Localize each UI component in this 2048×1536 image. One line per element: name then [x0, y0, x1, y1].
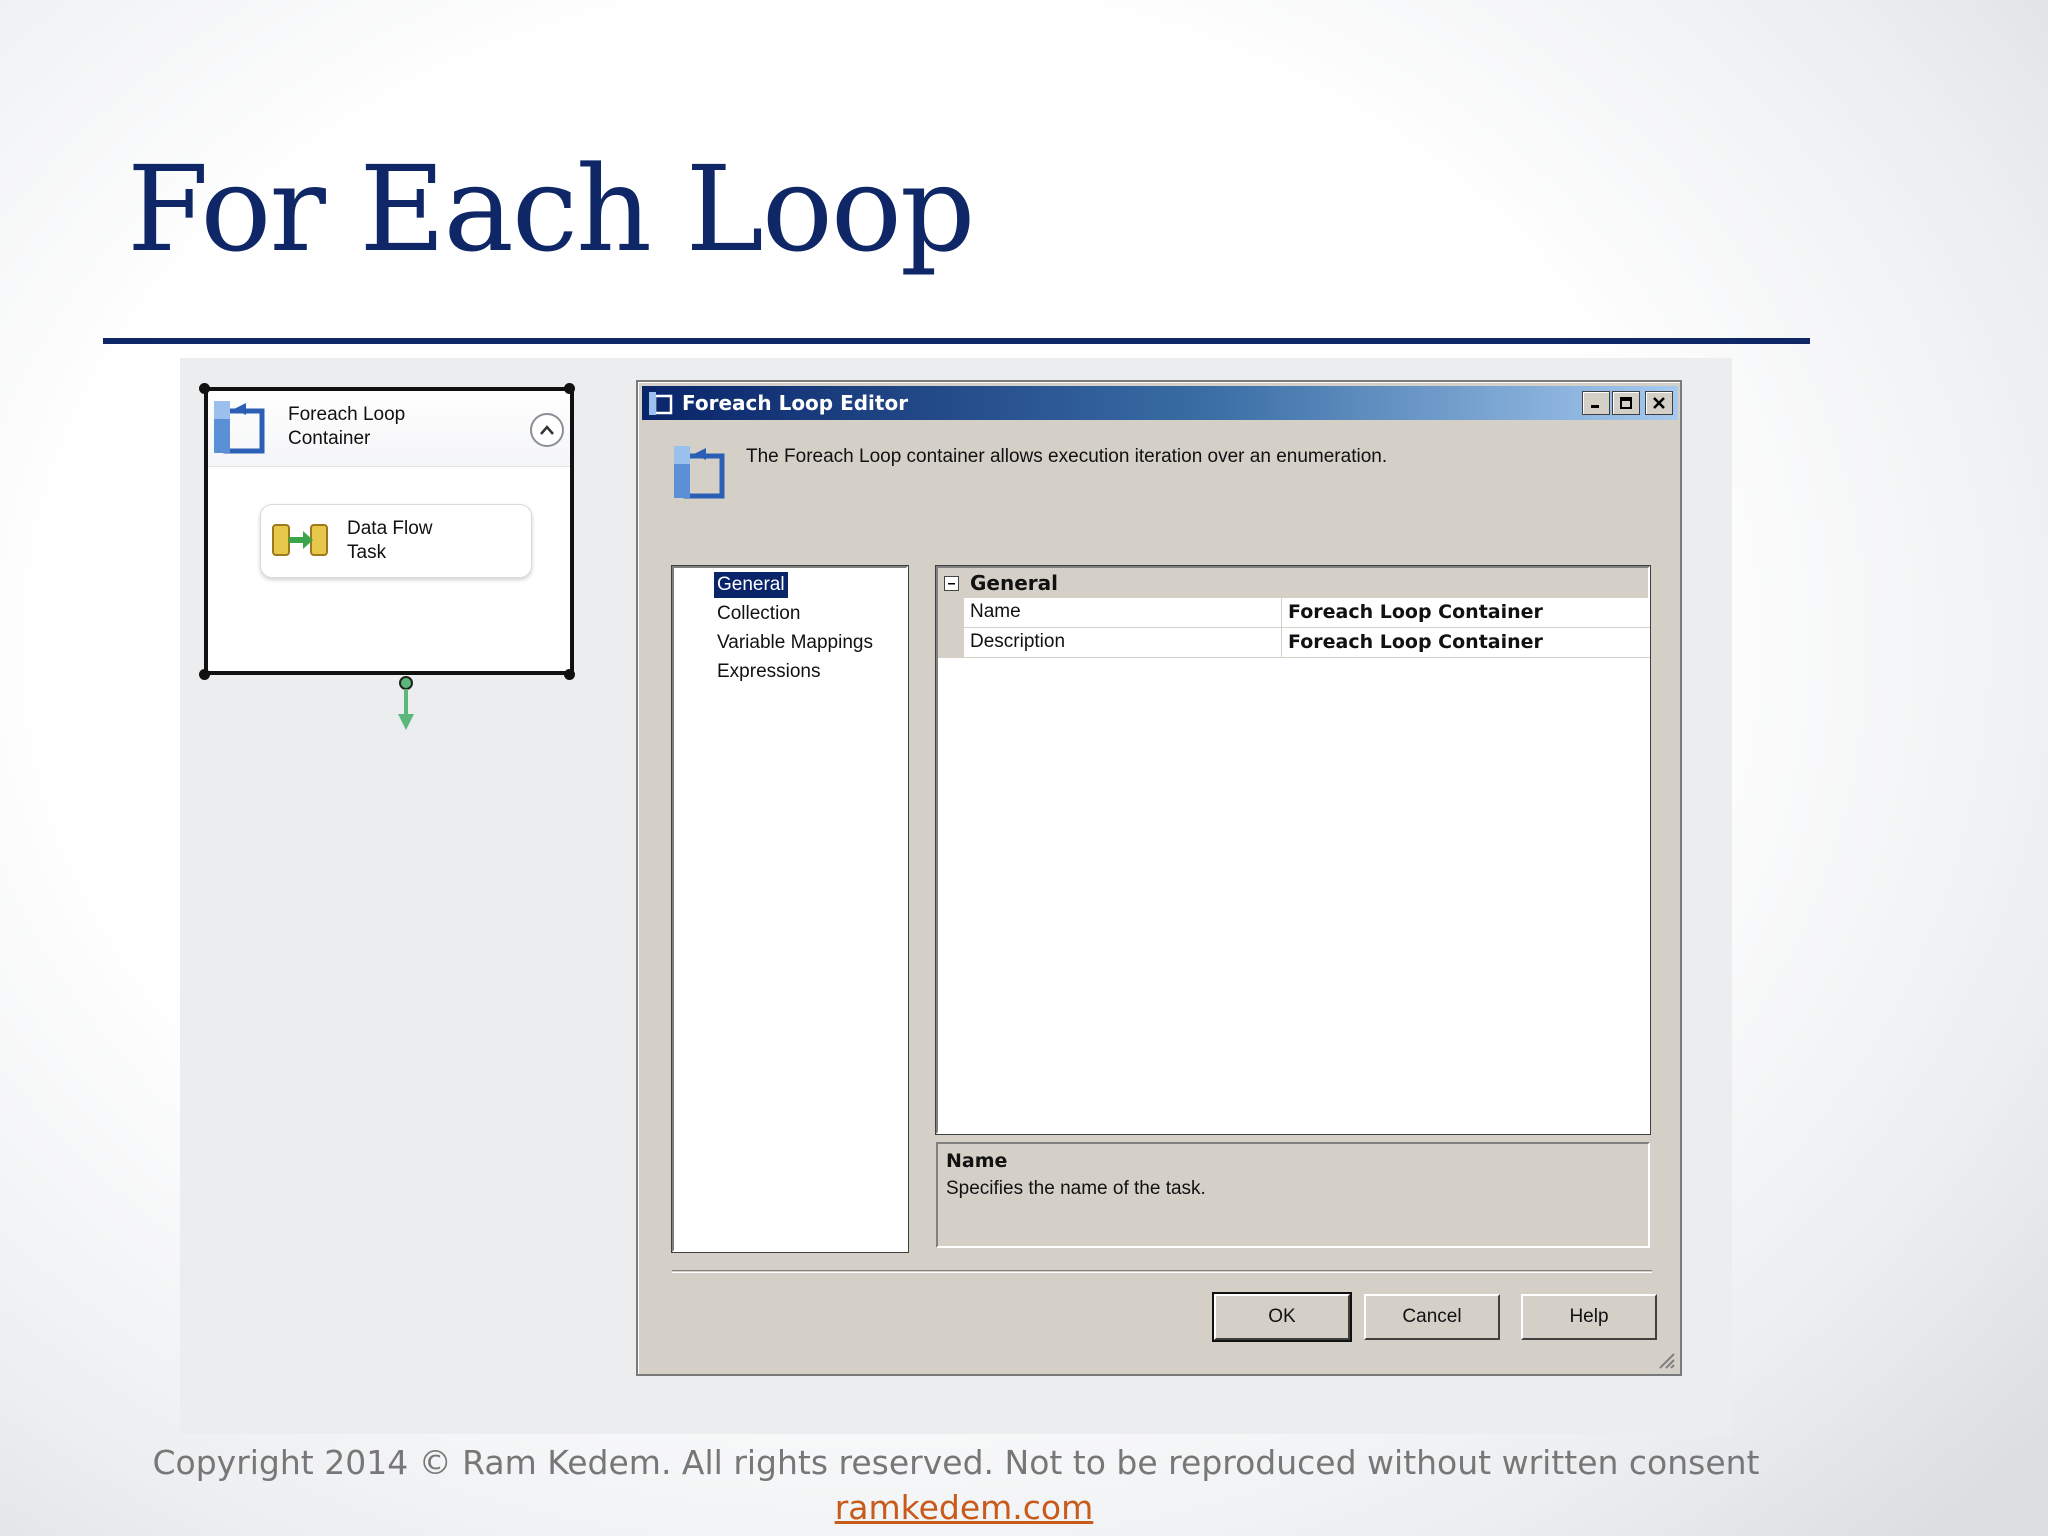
property-row[interactable]: Description Foreach Loop Container	[938, 628, 1650, 658]
resize-handle-tr[interactable]	[564, 383, 575, 394]
row-gutter	[938, 598, 964, 628]
property-value[interactable]: Foreach Loop Container	[1282, 598, 1650, 628]
minimize-icon	[1591, 405, 1599, 408]
row-gutter	[938, 628, 964, 658]
help-title: Name	[946, 1150, 1008, 1172]
title-rule	[103, 338, 1810, 344]
task-label: Data Flow Task	[347, 518, 433, 563]
container-header: Foreach Loop Container	[208, 391, 570, 467]
maximize-icon	[1620, 397, 1632, 409]
property-grid: General Name Foreach Loop Container Desc…	[935, 565, 1651, 1135]
nav-item-general[interactable]: General	[714, 572, 788, 598]
property-value[interactable]: Foreach Loop Container	[1282, 628, 1650, 658]
collapse-button[interactable]	[530, 413, 564, 447]
dialog-description: The Foreach Loop container allows execut…	[746, 446, 1388, 467]
help-button[interactable]: Help	[1521, 1294, 1657, 1340]
dialog-title: Foreach Loop Editor	[682, 391, 909, 415]
resize-handle-bl[interactable]	[199, 669, 210, 680]
property-name: Name	[964, 598, 1282, 628]
property-category: General	[938, 568, 1648, 598]
foreach-loop-container[interactable]: Foreach Loop Container Data Flow Task	[204, 387, 574, 675]
dialog-titlebar[interactable]: Foreach Loop Editor	[642, 386, 1678, 420]
help-text: Specifies the name of the task.	[946, 1178, 1206, 1199]
minimize-button[interactable]	[1582, 391, 1610, 415]
nav-item-expressions[interactable]: Expressions	[714, 659, 824, 685]
nav-item-variable-mappings[interactable]: Variable Mappings	[714, 630, 876, 656]
close-button[interactable]	[1645, 391, 1673, 415]
cancel-button[interactable]: Cancel	[1364, 1294, 1500, 1340]
foreach-loop-editor-dialog: Foreach Loop Editor The Foreach Loop con…	[636, 380, 1682, 1376]
help-pane: Name Specifies the name of the task.	[936, 1142, 1650, 1248]
footer-link[interactable]: ramkedem.com	[0, 1488, 1928, 1527]
maximize-button[interactable]	[1612, 391, 1640, 415]
slide-title: For Each Loop	[127, 140, 975, 278]
collapse-chevron-icon	[540, 425, 554, 435]
property-name: Description	[964, 628, 1282, 658]
foreach-loop-icon	[674, 446, 725, 499]
data-flow-task[interactable]: Data Flow Task	[260, 504, 532, 578]
container-title: Foreach Loop Container	[288, 404, 406, 449]
precedence-connector-arrow[interactable]	[396, 676, 416, 734]
resize-handle-br[interactable]	[564, 669, 575, 680]
button-separator	[672, 1270, 1652, 1273]
resize-handle-tl[interactable]	[199, 383, 210, 394]
foreach-loop-icon	[649, 392, 673, 415]
category-toggle[interactable]	[944, 576, 959, 591]
data-flow-task-icon	[272, 524, 328, 556]
nav-item-collection[interactable]: Collection	[714, 601, 803, 627]
ok-button[interactable]: OK	[1212, 1292, 1352, 1342]
footer-copyright: Copyright 2014 © Ram Kedem. All rights r…	[152, 1443, 1760, 1482]
resize-grip-icon[interactable]	[1654, 1348, 1676, 1370]
close-icon	[1653, 397, 1665, 409]
foreach-loop-icon	[214, 401, 265, 454]
collapse-minus-icon	[948, 583, 955, 585]
property-row[interactable]: Name Foreach Loop Container	[938, 598, 1650, 628]
category-label: General	[970, 571, 1058, 595]
nav-list: General Collection Variable Mappings Exp…	[671, 565, 909, 1253]
